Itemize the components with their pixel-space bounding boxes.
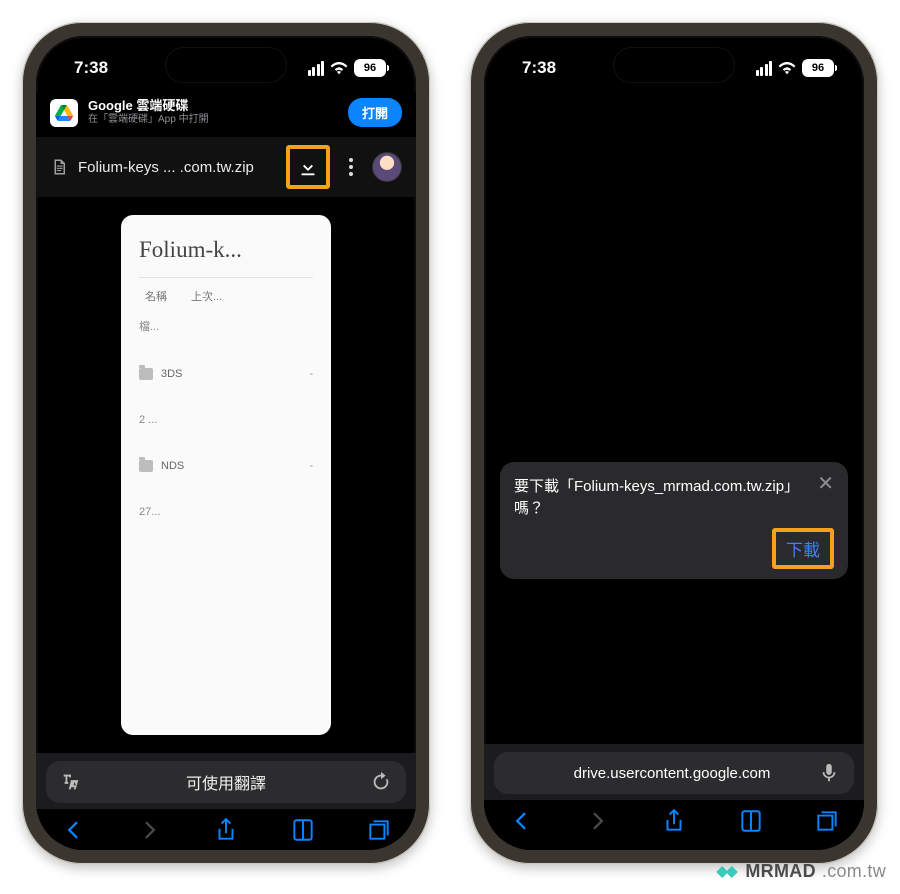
safari-toolbar [484,800,864,850]
cellular-icon [308,61,325,76]
zip-folder-row: NDS- [139,460,313,472]
more-menu-button[interactable] [340,158,362,176]
google-drive-icon [50,99,78,127]
open-in-app-button[interactable]: 打開 [348,98,402,127]
battery-icon: 96 [354,59,386,77]
banner-subtitle: 在「雲端硬碟」App 中打開 [88,114,338,126]
zip-title: Folium-k... [139,237,313,263]
cellular-icon [756,61,773,76]
download-button[interactable] [295,154,321,180]
zip-label-row: 2 ... [139,414,313,426]
folder-icon [139,460,153,472]
download-confirm-button[interactable]: 下載 [778,537,828,564]
forward-button[interactable] [585,808,611,834]
bookmarks-button[interactable] [290,817,316,843]
folder-icon [139,368,153,380]
tabs-button[interactable] [366,817,392,843]
download-highlight [286,145,330,189]
safari-url-bar[interactable]: drive.usercontent.google.com [494,752,854,794]
translate-bar[interactable]: 可使用翻譯 [46,761,406,803]
microphone-icon[interactable] [818,762,840,784]
col-name: 名稱 [145,288,167,304]
download-popup: 要下載「Folium-keys_mrmad.com.tw.zip」嗎？ ✕ 下載 [500,462,848,579]
watermark: MRMAD .com.tw [715,861,886,882]
dynamic-island [614,48,734,82]
translate-label: 可使用翻譯 [92,770,360,794]
safari-toolbar [36,809,416,850]
watermark-suffix: .com.tw [822,861,886,882]
download-popup-text: 要下載「Folium-keys_mrmad.com.tw.zip」嗎？ [514,476,809,520]
status-time: 7:38 [74,58,108,78]
share-button[interactable] [661,808,687,834]
download-action-highlight: 下載 [772,528,834,569]
wifi-icon [778,61,796,75]
banner-title: Google 雲端硬碟 [88,99,338,114]
document-icon [50,158,68,176]
battery-icon: 96 [802,59,834,77]
translate-icon [60,771,82,793]
zip-label-row: 檔... [139,318,313,334]
watermark-brand: MRMAD [745,861,816,882]
zip-label-row: 27... [139,506,313,518]
refresh-icon[interactable] [370,771,392,793]
status-time: 7:38 [522,58,556,78]
bookmarks-button[interactable] [738,808,764,834]
share-button[interactable] [213,817,239,843]
dynamic-island [166,48,286,82]
forward-button[interactable] [137,817,163,843]
zip-folder-row: 3DS- [139,368,313,380]
account-avatar[interactable] [372,152,402,182]
tabs-button[interactable] [814,808,840,834]
file-name: Folium-keys ... .com.tw.zip [78,159,276,176]
url-text: drive.usercontent.google.com [536,765,808,782]
wifi-icon [330,61,348,75]
zip-preview: Folium-k... 名稱 上次... 檔... 3DS- 2 ... NDS- 27… [36,197,416,753]
watermark-logo [715,863,739,881]
back-button[interactable] [60,817,86,843]
phone-right: 7:38 96 要下載「Folium-keys_mrmad.com.tw.zip… [470,22,878,864]
col-last: 上次... [191,288,222,304]
back-button[interactable] [508,808,534,834]
app-open-banner: Google 雲端硬碟 在「雲端硬碟」App 中打開 打開 [36,92,416,137]
popup-close-button[interactable]: ✕ [817,474,834,494]
phone-left: 7:38 96 Google 雲端硬碟 在「雲端硬碟」App 中打開 打開 [22,22,430,864]
drive-viewer-header: Folium-keys ... .com.tw.zip [36,137,416,197]
